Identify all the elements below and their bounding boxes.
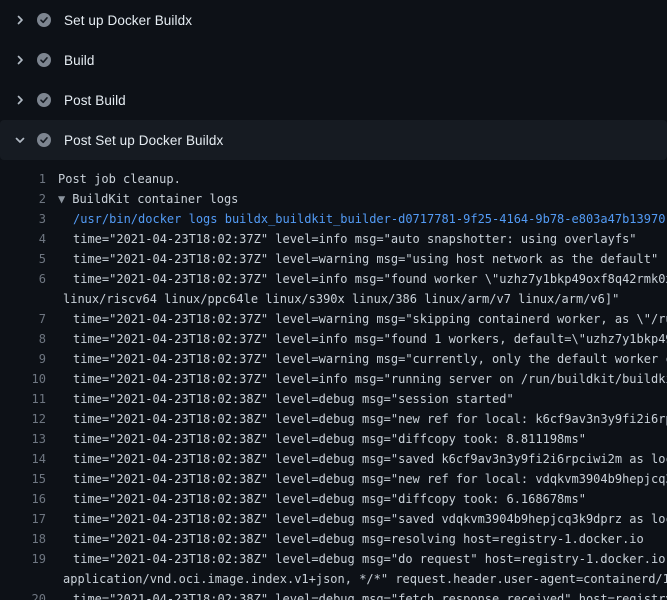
log-line-number[interactable]: 17 <box>0 509 46 529</box>
log-line: 1 Post job cleanup. <box>0 169 667 189</box>
log-text: time="2021-04-23T18:02:38Z" level=debug … <box>58 549 667 569</box>
log-text: time="2021-04-23T18:02:38Z" level=debug … <box>58 529 644 549</box>
log-line: 2 ▼ BuildKit container logs <box>0 189 667 209</box>
log-text: time="2021-04-23T18:02:37Z" level=info m… <box>58 269 667 289</box>
log-text: time="2021-04-23T18:02:38Z" level=debug … <box>58 509 667 529</box>
step-header-post-set-up-docker-buildx[interactable]: Post Set up Docker Buildx <box>0 120 667 160</box>
group-collapse-caret-icon[interactable]: ▼ <box>58 192 65 206</box>
step-header-set-up-docker-buildx[interactable]: Set up Docker Buildx <box>0 0 667 40</box>
log-line: 7 time="2021-04-23T18:02:37Z" level=warni… <box>0 309 667 329</box>
log-text: linux/riscv64 linux/ppc64le linux/s390x … <box>58 289 619 309</box>
log-text: Post job cleanup. <box>58 169 181 189</box>
check-circle-icon <box>37 53 51 67</box>
log-text: time="2021-04-23T18:02:38Z" level=debug … <box>58 489 586 509</box>
log-line-number[interactable]: 7 <box>0 309 46 329</box>
log-line: 9 time="2021-04-23T18:02:37Z" level=warni… <box>0 349 667 369</box>
log-line: 4 time="2021-04-23T18:02:37Z" level=info … <box>0 229 667 249</box>
step-label: Post Build <box>64 93 126 108</box>
log-line-number[interactable]: 6 <box>0 269 46 289</box>
log-line-number[interactable]: 14 <box>0 449 46 469</box>
log-text: time="2021-04-23T18:02:38Z" level=debug … <box>58 589 667 600</box>
chevron-right-icon <box>13 53 27 67</box>
log-command-text: /usr/bin/docker logs buildx_buildkit_bui… <box>58 209 665 229</box>
log-line: 20 time="2021-04-23T18:02:38Z" level=debu… <box>0 589 667 600</box>
log-line: 13 time="2021-04-23T18:02:38Z" level=debu… <box>0 429 667 449</box>
log-line-number[interactable]: 20 <box>0 589 46 600</box>
log-line: 3/usr/bin/docker logs buildx_buildkit_bu… <box>0 209 667 229</box>
log-line: 8 time="2021-04-23T18:02:37Z" level=info … <box>0 329 667 349</box>
log-line: 14 time="2021-04-23T18:02:38Z" level=debu… <box>0 449 667 469</box>
log-text: time="2021-04-23T18:02:38Z" level=debug … <box>58 409 667 429</box>
log-line-number[interactable]: 9 <box>0 349 46 369</box>
log-line: 19 time="2021-04-23T18:02:38Z" level=debu… <box>0 549 667 569</box>
log-line: 10 time="2021-04-23T18:02:37Z" level=info… <box>0 369 667 389</box>
log-line-number[interactable]: 8 <box>0 329 46 349</box>
log-text: time="2021-04-23T18:02:37Z" level=warnin… <box>58 349 667 369</box>
step-label: Build <box>64 53 95 68</box>
log-text: ▼ BuildKit container logs <box>58 189 238 209</box>
step-label: Post Set up Docker Buildx <box>64 133 223 148</box>
log-text: time="2021-04-23T18:02:37Z" level=info m… <box>58 229 637 249</box>
check-circle-icon <box>37 133 51 147</box>
log-text: time="2021-04-23T18:02:38Z" level=debug … <box>58 469 667 489</box>
log-line: 16 time="2021-04-23T18:02:38Z" level=debu… <box>0 489 667 509</box>
log-line: 11 time="2021-04-23T18:02:38Z" level=debu… <box>0 389 667 409</box>
log-area: 1 Post job cleanup. 2 ▼ BuildKit container l… <box>0 160 667 600</box>
check-circle-icon <box>37 13 51 27</box>
log-line-number[interactable]: 19 <box>0 549 46 569</box>
log-line-number <box>0 289 46 309</box>
log-text: time="2021-04-23T18:02:37Z" level=warnin… <box>58 249 658 269</box>
log-text: time="2021-04-23T18:02:38Z" level=debug … <box>58 449 667 469</box>
log-line-number[interactable]: 12 <box>0 409 46 429</box>
log-line-number[interactable]: 11 <box>0 389 46 409</box>
chevron-down-icon <box>13 133 27 147</box>
log-line-number[interactable]: 3 <box>0 209 46 229</box>
step-header-build[interactable]: Build <box>0 40 667 80</box>
log-text: time="2021-04-23T18:02:37Z" level=info m… <box>58 369 667 389</box>
log-line-number[interactable]: 2 <box>0 189 46 209</box>
log-line-number[interactable]: 15 <box>0 469 46 489</box>
step-list: Set up Docker Buildx Build Post Build Post … <box>0 0 667 160</box>
check-circle-icon <box>37 93 51 107</box>
log-line: 5 time="2021-04-23T18:02:37Z" level=warni… <box>0 249 667 269</box>
log-line: 18 time="2021-04-23T18:02:38Z" level=debu… <box>0 529 667 549</box>
log-text: time="2021-04-23T18:02:37Z" level=warnin… <box>58 309 667 329</box>
step-header-post-build[interactable]: Post Build <box>0 80 667 120</box>
chevron-right-icon <box>13 93 27 107</box>
log-line-number[interactable]: 10 <box>0 369 46 389</box>
log-line-number[interactable]: 18 <box>0 529 46 549</box>
chevron-right-icon <box>13 13 27 27</box>
log-text: time="2021-04-23T18:02:38Z" level=debug … <box>58 389 514 409</box>
log-line: linux/riscv64 linux/ppc64le linux/s390x … <box>0 289 667 309</box>
log-text: application/vnd.oci.image.index.v1+json,… <box>58 569 667 589</box>
log-line-number[interactable]: 1 <box>0 169 46 189</box>
log-line: 6 time="2021-04-23T18:02:37Z" level=info … <box>0 269 667 289</box>
log-line-number[interactable]: 4 <box>0 229 46 249</box>
log-text: time="2021-04-23T18:02:38Z" level=debug … <box>58 429 586 449</box>
log-line: 17 time="2021-04-23T18:02:38Z" level=debu… <box>0 509 667 529</box>
actions-log-viewer: Set up Docker Buildx Build Post Build Post … <box>0 0 667 600</box>
log-line-number[interactable]: 5 <box>0 249 46 269</box>
group-title[interactable]: BuildKit container logs <box>72 192 238 206</box>
log-line-number[interactable]: 16 <box>0 489 46 509</box>
log-text: time="2021-04-23T18:02:37Z" level=info m… <box>58 329 667 349</box>
log-line-number <box>0 569 46 589</box>
step-label: Set up Docker Buildx <box>64 13 192 28</box>
log-line: 15 time="2021-04-23T18:02:38Z" level=debu… <box>0 469 667 489</box>
log-line: 12 time="2021-04-23T18:02:38Z" level=debu… <box>0 409 667 429</box>
log-line: application/vnd.oci.image.index.v1+json,… <box>0 569 667 589</box>
log-line-number[interactable]: 13 <box>0 429 46 449</box>
